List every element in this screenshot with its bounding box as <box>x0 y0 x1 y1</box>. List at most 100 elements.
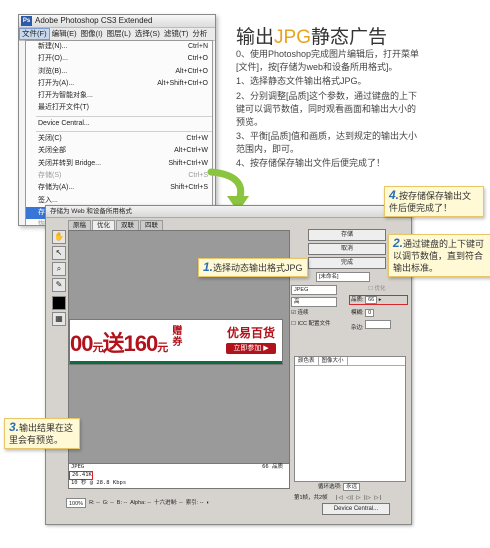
file-menu-item[interactable]: 关闭全部 Alt+Ctrl+W <box>26 145 212 157</box>
title-suffix: 静态广告 <box>310 27 387 48</box>
step-1: 1、选择静态文件输出格式JPG。 <box>236 76 367 86</box>
preset-select[interactable]: [未命名] <box>316 272 370 282</box>
photoshop-logo-icon: Ps <box>21 16 32 26</box>
menu-item-shortcut: Alt+Ctrl+W <box>174 147 208 155</box>
format-select[interactable]: JPEG <box>291 285 337 295</box>
menu-edit[interactable]: 编辑(E) <box>50 28 79 40</box>
menu-item-shortcut: Ctrl+O <box>187 55 208 63</box>
blur-control[interactable]: 模糊: 0 <box>351 309 375 317</box>
quality-input[interactable]: 66 <box>365 296 378 304</box>
save-button[interactable]: 存储 <box>308 229 386 241</box>
preview-info-panel: JPEG 26.41K 10 秒 @ 28.8 Kbps 66 品质 <box>68 463 290 489</box>
file-menu-item[interactable]: 关闭(C) Ctrl+W <box>26 133 212 145</box>
status-g: G: -- <box>102 500 114 506</box>
info-file-size: 26.41K <box>69 471 93 480</box>
animation-controls[interactable]: |◁ ◁| ▷ |▷ ▷| <box>336 494 382 502</box>
menu-file[interactable]: 文件(F) <box>19 28 50 40</box>
view-tabs: 原稿 优化 双联 四联 <box>68 220 164 230</box>
banner-cta: 立即参加 ▶ <box>226 343 276 354</box>
menu-separator <box>36 115 212 117</box>
icc-checkbox[interactable]: ☐ ICC 配置文件 <box>291 320 330 328</box>
tab-4up[interactable]: 四联 <box>140 220 163 230</box>
menu-filter[interactable]: 滤镜(T) <box>162 28 191 40</box>
file-menu-item[interactable]: Device Central... <box>26 118 212 130</box>
file-menu-item[interactable]: 打开为(A)... Alt+Shift+Ctrl+O <box>26 78 212 90</box>
save-for-web-dialog: 存储为 Web 和设备所用格式 ✋ ↖ ⌕ ✎ ▦ 原稿 优化 双联 四联 00… <box>45 205 412 525</box>
page-title: 输出JPG静态广告 <box>236 22 387 49</box>
compression-select[interactable]: 高 <box>291 297 337 307</box>
blur-input[interactable]: 0 <box>365 309 375 317</box>
menu-item-label: 存储(S) <box>38 171 62 179</box>
loop-options[interactable]: 循环选项: 永远 <box>318 483 361 491</box>
step-3: 3、平衡[品质]值和画质，达到规定的输出大小范围内，即可。 <box>236 131 418 154</box>
menu-separator <box>36 131 212 133</box>
menu-image[interactable]: 图像(I) <box>79 28 105 40</box>
frame-counter: 第1帧，共2帧 <box>294 495 328 501</box>
browser-preview-icon[interactable]: ◐ <box>206 498 209 508</box>
file-menu-dropdown: 新建(N)... Ctrl+N 打开(O)... Ctrl+O 浏览(B)... Alt+… <box>25 40 213 225</box>
optimized-checkbox[interactable]: ☐ 优化 <box>368 285 385 293</box>
title-prefix: 输出 <box>236 27 275 48</box>
status-alpha: Alpha: -- <box>130 500 151 506</box>
status-index: 索引: -- <box>185 500 204 506</box>
menu-layer[interactable]: 图层(L) <box>105 28 133 40</box>
eyedropper-color-swatch[interactable] <box>52 296 66 310</box>
status-bar: 100% R: -- G: -- B: -- Alpha: -- 十六进制: -… <box>66 498 210 508</box>
menu-item-shortcut: Shift+Ctrl+S <box>170 184 208 192</box>
ad-banner-image: 00元送160元 赠券 优易百货 立即参加 ▶ <box>69 319 283 365</box>
menu-item-label: 打开为智能对象... <box>38 92 93 100</box>
menu-item-label: 关闭全部 <box>38 147 66 155</box>
banner-shop-name: 优易百货 <box>226 326 275 340</box>
tab-image-size[interactable]: 图像大小 <box>319 357 348 365</box>
tab-color-table[interactable]: 颜色表 <box>295 357 319 365</box>
menu-item-shortcut: Ctrl+W <box>186 135 208 143</box>
file-menu-item[interactable]: 存储(S) Ctrl+S <box>26 170 212 182</box>
zoom-tool-icon[interactable]: ⌕ <box>52 262 66 276</box>
menu-item-label: 新建(N)... <box>38 43 68 50</box>
tab-2up[interactable]: 双联 <box>116 220 139 230</box>
file-menu-item[interactable]: 新建(N)... Ctrl+N <box>26 41 212 53</box>
tab-original[interactable]: 原稿 <box>68 220 91 230</box>
matte-control[interactable]: 杂边: <box>351 320 392 332</box>
info-quality: 66 品质 <box>262 464 283 470</box>
info-format: JPEG <box>71 464 85 470</box>
color-table-panel: 颜色表 图像大小 <box>294 356 406 482</box>
menu-item-shortcut: Ctrl+N <box>187 43 208 50</box>
status-hex: 十六进制: -- <box>153 500 183 506</box>
callout-step-3: 3.输出结果在这里会有预览。 <box>4 418 80 449</box>
file-menu-item[interactable]: 打开为智能对象... <box>26 90 212 102</box>
callout-step-2: 2.通过键盘的上下键可以调节数值，直到符合输出标准。 <box>388 234 490 277</box>
tab-optimized[interactable]: 优化 <box>92 220 115 230</box>
eyedropper-tool-icon[interactable]: ✎ <box>52 278 66 292</box>
slice-select-tool-icon[interactable]: ↖ <box>52 246 66 260</box>
menu-select[interactable]: 选择(S) <box>133 28 162 40</box>
toggle-slices-icon[interactable]: ▦ <box>52 312 66 326</box>
menu-item-label: 最近打开文件(T) <box>38 104 89 112</box>
menu-item-label: 关闭(C) <box>38 135 62 143</box>
device-central-button[interactable]: Device Central... <box>322 503 390 515</box>
file-menu-item[interactable]: 打开(O)... Ctrl+O <box>26 53 212 65</box>
menu-item-label: 浏览(B)... <box>38 67 68 75</box>
menu-analysis[interactable]: 分析 <box>190 28 209 40</box>
file-menu-item[interactable]: 关闭并转到 Bridge... Shift+Ctrl+W <box>26 158 212 170</box>
menu-item-label: 打开为(A)... <box>38 79 75 87</box>
file-menu-item[interactable]: 浏览(B)... Alt+Ctrl+O <box>26 66 212 78</box>
hand-tool-icon[interactable]: ✋ <box>52 230 66 244</box>
dialog-title: 存储为 Web 和设备所用格式 <box>46 206 411 218</box>
banner-shop-block: 优易百货 立即参加 ▶ <box>223 324 279 360</box>
banner-bottom-stripe <box>70 361 282 364</box>
file-menu-item[interactable]: 存储为(A)... Shift+Ctrl+S <box>26 182 212 194</box>
step-0: 0、使用Photoshop完成图片编辑后，打开菜单[文件]，按[存储为web和设… <box>236 49 420 72</box>
callout-step-4: 4.按存储保存输出文件后便完成了！ <box>384 186 484 217</box>
photoshop-title-bar: Ps Adobe Photoshop CS3 Extended <box>19 15 215 28</box>
callout-step-1: 1.选择动态输出格式JPG <box>198 258 308 277</box>
progressive-checkbox[interactable]: ☑ 连续 <box>291 309 308 317</box>
menu-item-shortcut: Alt+Shift+Ctrl+O <box>157 79 208 87</box>
cancel-button[interactable]: 取消 <box>308 243 386 255</box>
quality-control[interactable]: 品质: 66 ▸ <box>349 295 408 305</box>
banner-promo-text: 00元送160元 赠券 <box>70 326 182 356</box>
done-button[interactable]: 完成 <box>308 257 386 269</box>
zoom-select[interactable]: 100% <box>66 498 87 508</box>
file-menu-item[interactable]: 最近打开文件(T) <box>26 102 212 114</box>
menu-item-shortcut: Alt+Ctrl+O <box>175 67 208 75</box>
